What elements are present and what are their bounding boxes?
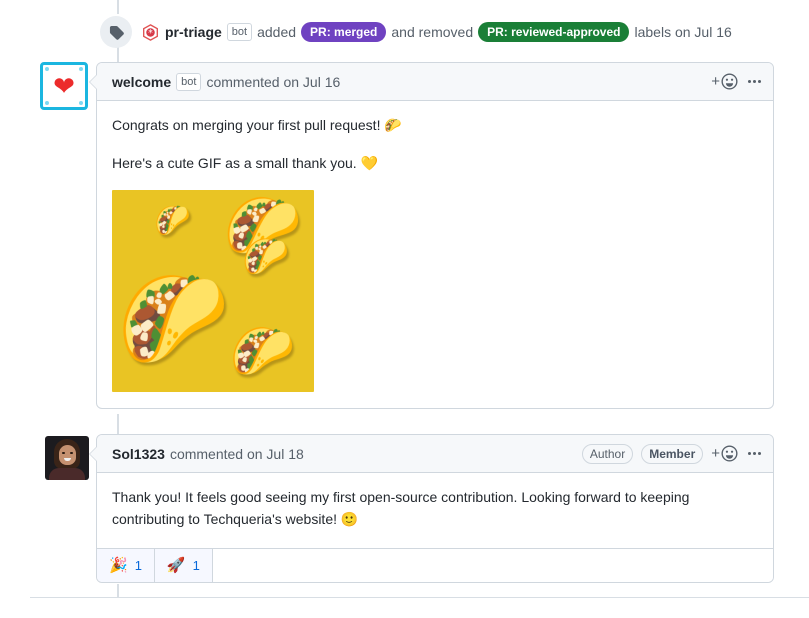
comment-author-bot-badge: bot	[176, 72, 202, 91]
kebab-menu-icon[interactable]	[746, 452, 763, 455]
hooray-reaction-button[interactable]: 🎉 1	[97, 549, 155, 583]
timeline-rail-3	[117, 584, 119, 598]
comment-author[interactable]: welcome	[112, 74, 171, 90]
issue-timeline: * pr-triage bot added PR: merged and rem…	[0, 0, 809, 618]
kebab-menu-icon[interactable]	[746, 80, 763, 83]
timeline-bottom-divider	[30, 597, 809, 598]
avatar-photo-eye	[62, 452, 65, 454]
rocket-reaction-count: 1	[192, 558, 200, 574]
label-chip-reviewed-approved[interactable]: PR: reviewed-approved	[478, 22, 630, 42]
plus-icon: +	[711, 445, 720, 462]
comment-header: Sol1323 commented on Jul 18 Author Membe…	[97, 435, 773, 473]
selection-handle-top-right[interactable]	[79, 67, 83, 71]
hooray-reaction-count: 1	[134, 558, 142, 574]
taco-emoji: 🌮	[151, 201, 194, 240]
add-reaction-smiley-icon	[721, 445, 738, 462]
event-verb-added: added	[257, 24, 297, 40]
reactions-empty-space[interactable]	[212, 549, 773, 583]
comment-body: Congrats on merging your first pull requ…	[97, 101, 773, 408]
comment-header: welcome bot commented on Jul 16 +	[97, 63, 773, 101]
avatar[interactable]: ❤	[40, 62, 88, 110]
selection-handle-bottom-left[interactable]	[45, 101, 49, 105]
avatar-photo-face	[59, 445, 76, 465]
rocket-icon: 🚀	[166, 557, 186, 575]
heart-emoji-icon: ❤	[53, 71, 75, 101]
plus-icon: +	[711, 73, 720, 90]
comment-paragraph: Congrats on merging your first pull requ…	[112, 117, 402, 133]
comment-paragraph: Thank you! It feels good seeing my first…	[112, 489, 690, 527]
avatar-photo-body	[49, 468, 85, 480]
taco-gif-image[interactable]: 🌮 🌮 🌮 🌮 🌮	[112, 190, 314, 393]
avatar-slot-welcome: ❤	[40, 62, 92, 114]
comment-body: Thank you! It feels good seeing my first…	[97, 473, 773, 548]
add-reaction-button[interactable]: +	[711, 73, 738, 90]
comment-paragraph: Here's a cute GIF as a small thank you. …	[112, 154, 378, 171]
taco-emoji: 🌮	[228, 321, 297, 384]
comment-timestamp[interactable]: commented on Jul 16	[206, 74, 340, 90]
add-reaction-smiley-icon	[721, 73, 738, 90]
selection-handle-top-left[interactable]	[45, 67, 49, 71]
comment-card: Sol1323 commented on Jul 18 Author Membe…	[89, 434, 774, 584]
event-actor-name[interactable]: pr-triage	[165, 22, 222, 42]
timeline-rail-2	[117, 414, 119, 436]
party-popper-icon: 🎉	[109, 557, 128, 575]
comment-byline: welcome bot commented on Jul 16	[112, 72, 340, 91]
member-badge: Member	[641, 443, 704, 464]
author-badge: Author	[581, 443, 634, 464]
rocket-reaction-button[interactable]: 🚀 1	[154, 549, 213, 583]
label-chip-merged[interactable]: PR: merged	[301, 22, 387, 42]
selection-handle-bottom-right[interactable]	[79, 101, 83, 105]
taco-emoji: 🌮	[241, 235, 291, 280]
reactions-bar: 🎉 1 🚀 1	[97, 548, 773, 583]
timeline-rail-top	[117, 0, 119, 14]
comment-header-actions: Author Member +	[581, 443, 763, 464]
svg-text:*: *	[148, 27, 153, 38]
comment-byline: Sol1323 commented on Jul 18	[112, 446, 304, 462]
label-event-row: * pr-triage bot added PR: merged and rem…	[0, 14, 809, 50]
avatar[interactable]	[45, 436, 89, 480]
comment-header-actions: +	[711, 73, 763, 90]
comment-timestamp[interactable]: commented on Jul 18	[170, 446, 304, 462]
avatar-photo-eye	[70, 452, 73, 454]
asterisk-hex-icon: *	[142, 23, 159, 41]
tag-icon	[100, 16, 132, 48]
event-verb-removed: and removed	[391, 24, 474, 40]
comment-card: welcome bot commented on Jul 16 + Congra…	[89, 62, 774, 410]
event-suffix: labels on Jul 16	[634, 24, 732, 40]
label-event-text: * pr-triage bot added PR: merged and rem…	[142, 22, 737, 42]
avatar-slot-sol1323	[40, 434, 92, 486]
taco-emoji: 🌮	[112, 262, 235, 375]
comment-author[interactable]: Sol1323	[112, 446, 165, 462]
add-reaction-button[interactable]: +	[711, 445, 738, 462]
event-actor-bot-badge: bot	[226, 23, 253, 41]
